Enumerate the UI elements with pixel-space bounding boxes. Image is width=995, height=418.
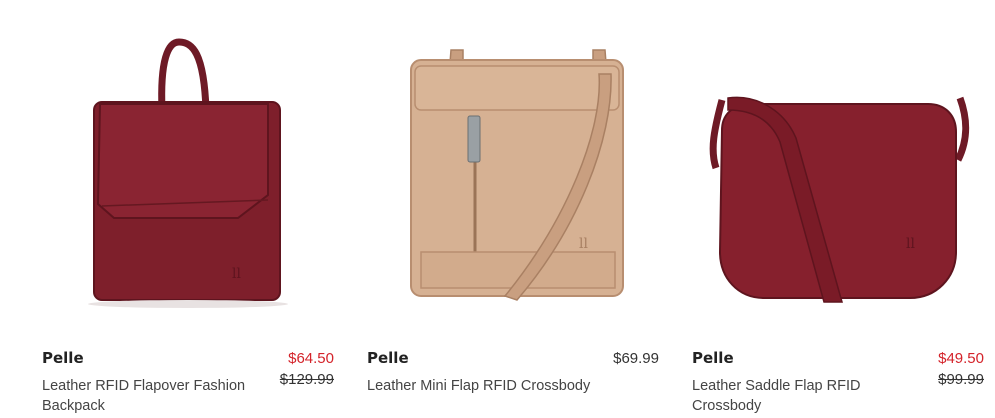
product-brand: Pelle <box>367 349 409 367</box>
svg-text:ll: ll <box>579 236 588 252</box>
product-brand: Pelle <box>692 349 734 367</box>
product-image-saddle-bag[interactable]: ll <box>692 20 984 320</box>
product-card-2[interactable]: ll Pelle Leather Mini Flap RFID Crossbod… <box>367 0 659 418</box>
sale-price: $64.50 <box>288 350 334 367</box>
price-box: $64.50 $129.99 <box>280 348 334 390</box>
product-image-crossbody[interactable]: ll <box>367 20 659 320</box>
sale-price: $49.50 <box>938 350 984 367</box>
original-price: $99.99 <box>938 371 984 388</box>
price-box: $49.50 $99.99 <box>938 348 984 390</box>
product-title[interactable]: Leather Saddle Flap RFID Crossbody <box>692 376 917 416</box>
svg-text:ll: ll <box>906 236 915 252</box>
product-card-1[interactable]: ll Pelle Leather RFID Flapover Fashion B… <box>42 0 334 418</box>
price-box: $69.99 <box>613 348 659 369</box>
product-title[interactable]: Leather Mini Flap RFID Crossbody <box>367 376 592 396</box>
regular-price: $69.99 <box>613 350 659 367</box>
product-title[interactable]: Leather RFID Flapover Fashion Backpack <box>42 376 267 416</box>
product-brand: Pelle <box>42 349 84 367</box>
original-price: $129.99 <box>279 371 334 388</box>
product-card-3[interactable]: ll Pelle Leather Saddle Flap RFID Crossb… <box>692 0 984 418</box>
svg-text:ll: ll <box>232 266 241 282</box>
product-image-backpack[interactable]: ll <box>42 20 334 320</box>
